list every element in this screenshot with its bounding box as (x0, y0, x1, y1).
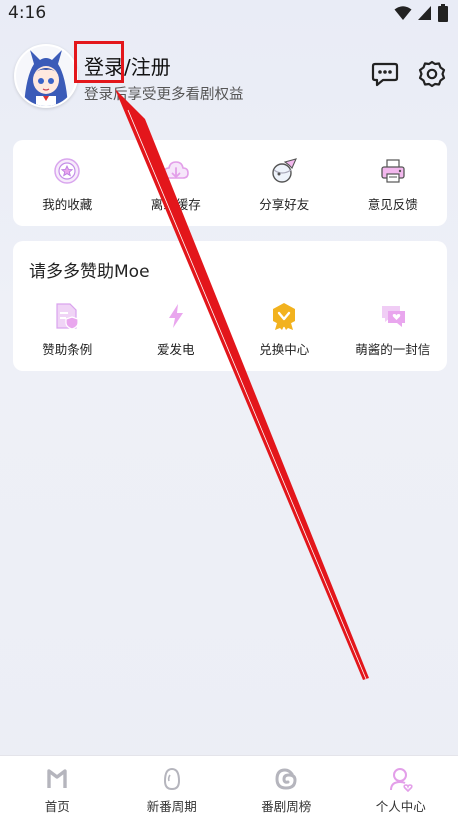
nav-home[interactable]: 首页 (0, 756, 115, 820)
nav-home-label: 首页 (44, 799, 70, 814)
nav-new-season-label: 新番周期 (146, 799, 197, 814)
home-m-icon (47, 769, 67, 788)
nav-new-season[interactable]: 新番周期 (115, 756, 230, 820)
nav-weekly-rank-label: 番剧周榜 (261, 799, 312, 814)
person-heart-icon (389, 768, 413, 792)
bottom-navigation: 首页 新番周期 番剧周榜 个人中心 (0, 755, 458, 820)
egg-icon (163, 767, 180, 791)
swirl-icon (275, 768, 297, 790)
nav-profile[interactable]: 个人中心 (344, 756, 458, 820)
nav-profile-label: 个人中心 (375, 799, 426, 814)
nav-weekly-rank[interactable]: 番剧周榜 (229, 756, 344, 820)
annotation-arrow-icon (115, 89, 369, 680)
